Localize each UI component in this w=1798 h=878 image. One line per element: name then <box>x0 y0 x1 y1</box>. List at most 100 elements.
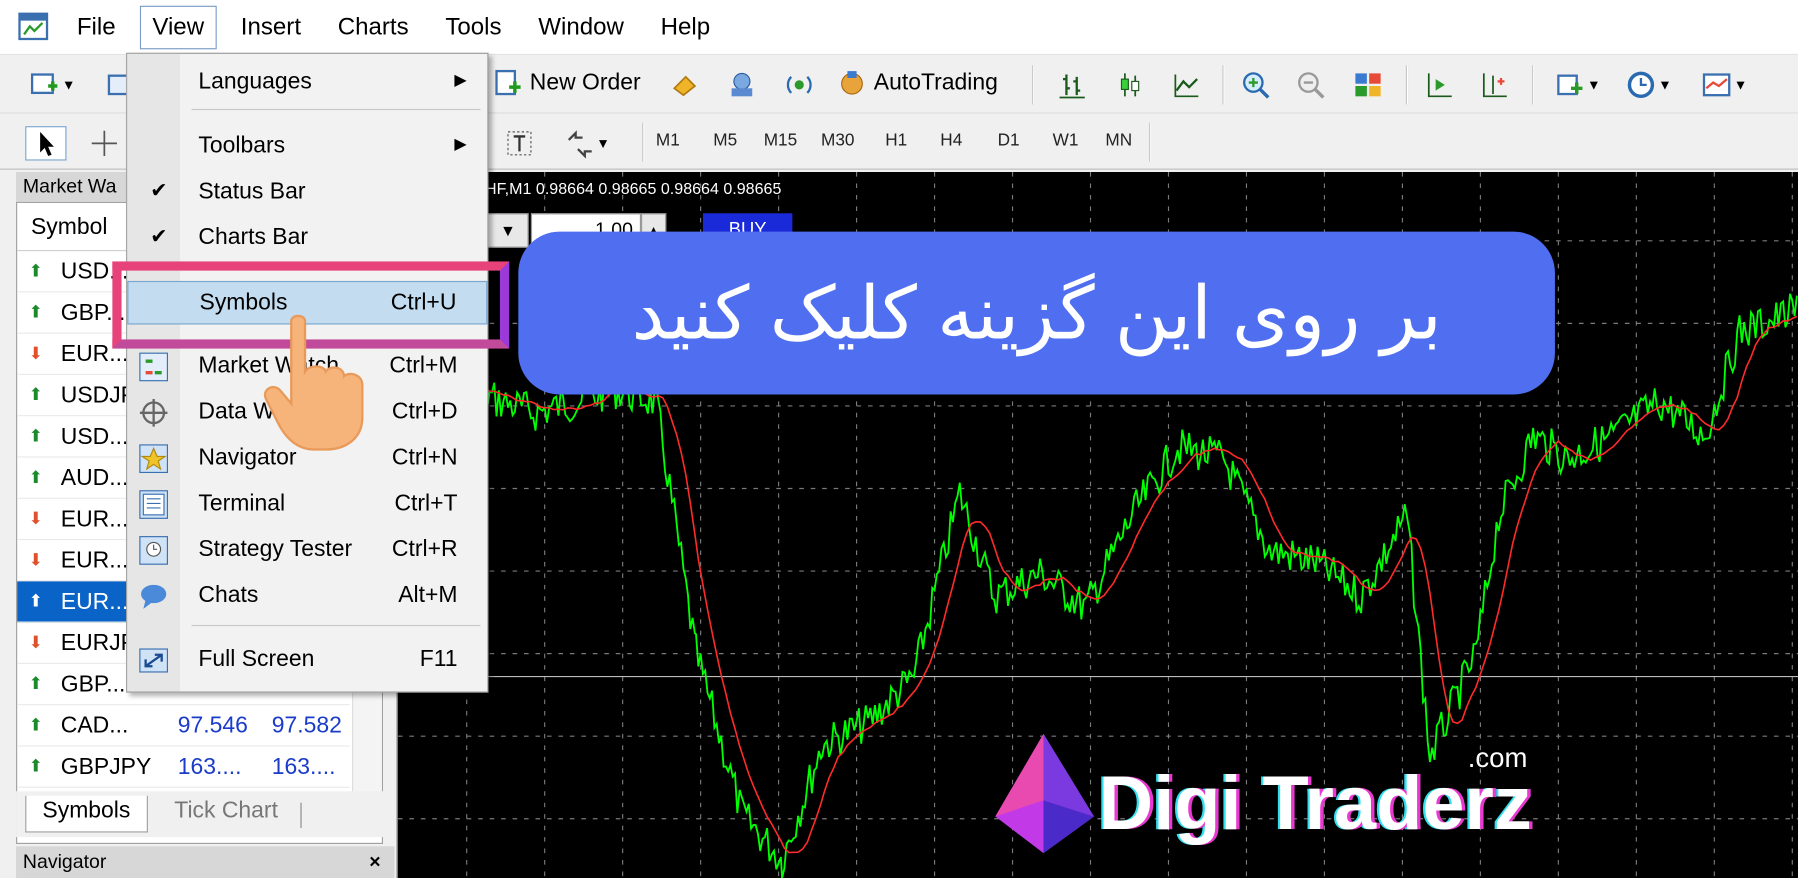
signals-button[interactable] <box>784 70 814 100</box>
chevron-down-icon: ▼ <box>61 76 76 93</box>
menu-item-toolbars[interactable]: Toolbars ▶ <box>127 125 487 169</box>
menu-item-strategy-tester[interactable]: Strategy Tester Ctrl+R <box>127 529 487 573</box>
table-row[interactable]: ⬆ CAD... 97.546 97.582 <box>17 705 350 747</box>
cursor-tool[interactable] <box>25 126 67 161</box>
timeframe-mn[interactable]: MN <box>1105 131 1132 150</box>
navigator-title-label: Navigator <box>22 850 107 873</box>
digitraderz-logo: Digi Traderz .com <box>993 729 1566 867</box>
menu-item-charts-bar[interactable]: ✔ Charts Bar <box>127 217 487 261</box>
autotrading-button[interactable]: AutoTrading <box>837 68 998 98</box>
table-row[interactable]: ⬆ GBPJPY 163.... 163.... <box>17 747 350 788</box>
timeframe-h4[interactable]: H4 <box>940 131 962 150</box>
chevron-down-icon: ▼ <box>596 135 610 152</box>
toolbar-separator <box>1148 122 1152 162</box>
menu-insert[interactable]: Insert <box>228 5 313 49</box>
menu-item-label: Full Screen <box>198 646 315 672</box>
menu-item-full-screen[interactable]: Full Screen F11 <box>127 639 487 683</box>
menu-charts[interactable]: Charts <box>325 5 421 49</box>
menu-help[interactable]: Help <box>648 5 723 49</box>
arrow-down-icon: ⬇ <box>28 550 44 570</box>
one-click-sell-dropdown[interactable]: ▼ <box>487 213 529 248</box>
chevron-down-icon: ▼ <box>1658 76 1672 93</box>
zoom-out-button[interactable] <box>1296 70 1326 100</box>
menu-item-label: Charts Bar <box>198 224 308 250</box>
timeframe-m5[interactable]: M5 <box>713 131 737 150</box>
menu-window[interactable]: Window <box>526 5 637 49</box>
ask-cell: 97.582 <box>271 713 342 739</box>
indicators-button[interactable]: ▼ <box>1555 70 1601 100</box>
menu-item-chats[interactable]: Chats Alt+M <box>127 574 487 618</box>
arrow-up-icon: ⬆ <box>28 756 44 777</box>
close-icon[interactable]: × <box>369 846 380 878</box>
tile-windows-icon <box>1355 73 1381 97</box>
candlestick-icon <box>1120 73 1140 97</box>
ask-cell: 163.... <box>271 754 336 780</box>
signals-icon <box>786 76 812 94</box>
tab-symbols[interactable]: Symbols <box>25 795 148 833</box>
zoom-in-button[interactable] <box>1241 70 1271 100</box>
tab-tick-chart[interactable]: Tick Chart <box>158 796 294 833</box>
chart-shift-icon <box>1427 73 1452 98</box>
navigator-title: Navigator × <box>16 846 395 878</box>
new-order-button[interactable]: New Order <box>493 68 641 98</box>
chart-info-label: HF,M1 0.98664 0.98665 0.98664 0.98665 <box>485 178 782 198</box>
market-watch-tabs: Symbols Tick Chart <box>16 791 383 838</box>
metaeditor-button[interactable] <box>670 70 700 100</box>
full-screen-icon <box>139 648 168 673</box>
symbol-cell: EUR... <box>60 548 129 574</box>
new-order-icon <box>495 69 521 96</box>
menu-item-label: Toolbars <box>198 133 286 159</box>
arrow-down-icon: ⬇ <box>28 632 44 653</box>
chart-shift-button[interactable] <box>1424 70 1454 100</box>
menu-tools[interactable]: Tools <box>433 5 514 49</box>
periods-button[interactable]: ▼ <box>1626 70 1672 100</box>
autotrading-icon <box>841 71 863 95</box>
tile-windows-button[interactable] <box>1353 70 1383 100</box>
symbol-cell: USD... <box>60 424 129 450</box>
templates-icon <box>1702 73 1731 97</box>
symbol-cell: USDJP <box>60 382 136 409</box>
bid-cell: 97.546 <box>177 713 248 739</box>
menu-item-label: Terminal <box>198 490 286 517</box>
text-label-tool[interactable] <box>505 128 535 158</box>
arrow-up-icon: ⬆ <box>28 385 44 405</box>
arrows-tool[interactable]: ▼ <box>564 128 610 159</box>
check-icon: ✔ <box>150 224 168 248</box>
auto-scroll-button[interactable] <box>1479 70 1509 100</box>
text-label-icon <box>507 131 532 156</box>
symbol-cell: AUD... <box>60 465 129 491</box>
menu-view[interactable]: View <box>139 5 217 49</box>
timeframe-m30[interactable]: M30 <box>821 131 854 150</box>
arrow-up-icon: ⬆ <box>28 426 44 447</box>
menu-item-shortcut: Alt+M <box>398 582 458 608</box>
arrow-up-icon: ⬆ <box>28 674 44 694</box>
mailbox-icon <box>731 72 753 97</box>
indicators-icon <box>1557 74 1583 96</box>
menu-item-status-bar[interactable]: ✔ Status Bar <box>127 171 487 215</box>
clock-icon <box>1627 71 1655 99</box>
arrow-up-icon: ⬆ <box>28 261 44 281</box>
menu-bar: File View Insert Charts Tools Window Hel… <box>0 0 1798 56</box>
app-icon <box>18 12 49 40</box>
timeframe-m15[interactable]: M15 <box>764 131 797 150</box>
timeframe-m1[interactable]: M1 <box>656 131 680 150</box>
menu-file[interactable]: File <box>64 5 128 49</box>
line-chart-button[interactable] <box>1172 70 1202 100</box>
terminal-icon <box>139 490 168 519</box>
symbol-cell: CAD... <box>60 713 129 739</box>
mailbox-button[interactable] <box>727 70 757 100</box>
timeframe-d1[interactable]: D1 <box>998 131 1020 150</box>
zoom-in-icon <box>1243 72 1270 99</box>
crosshair-tool[interactable] <box>89 128 119 158</box>
menu-item-languages[interactable]: Languages ▶ <box>127 61 487 105</box>
timeframe-h1[interactable]: H1 <box>885 131 907 150</box>
logo-mark-icon <box>995 733 1094 854</box>
bar-chart-button[interactable] <box>1057 70 1087 100</box>
pointing-hand-icon <box>263 314 364 451</box>
new-chart-button[interactable]: ▼ <box>30 70 76 100</box>
candlestick-button[interactable] <box>1115 70 1145 100</box>
auto-scroll-icon <box>1482 73 1507 98</box>
templates-button[interactable]: ▼ <box>1702 70 1747 100</box>
menu-item-terminal[interactable]: Terminal Ctrl+T <box>127 483 487 527</box>
timeframe-w1[interactable]: W1 <box>1053 131 1079 150</box>
